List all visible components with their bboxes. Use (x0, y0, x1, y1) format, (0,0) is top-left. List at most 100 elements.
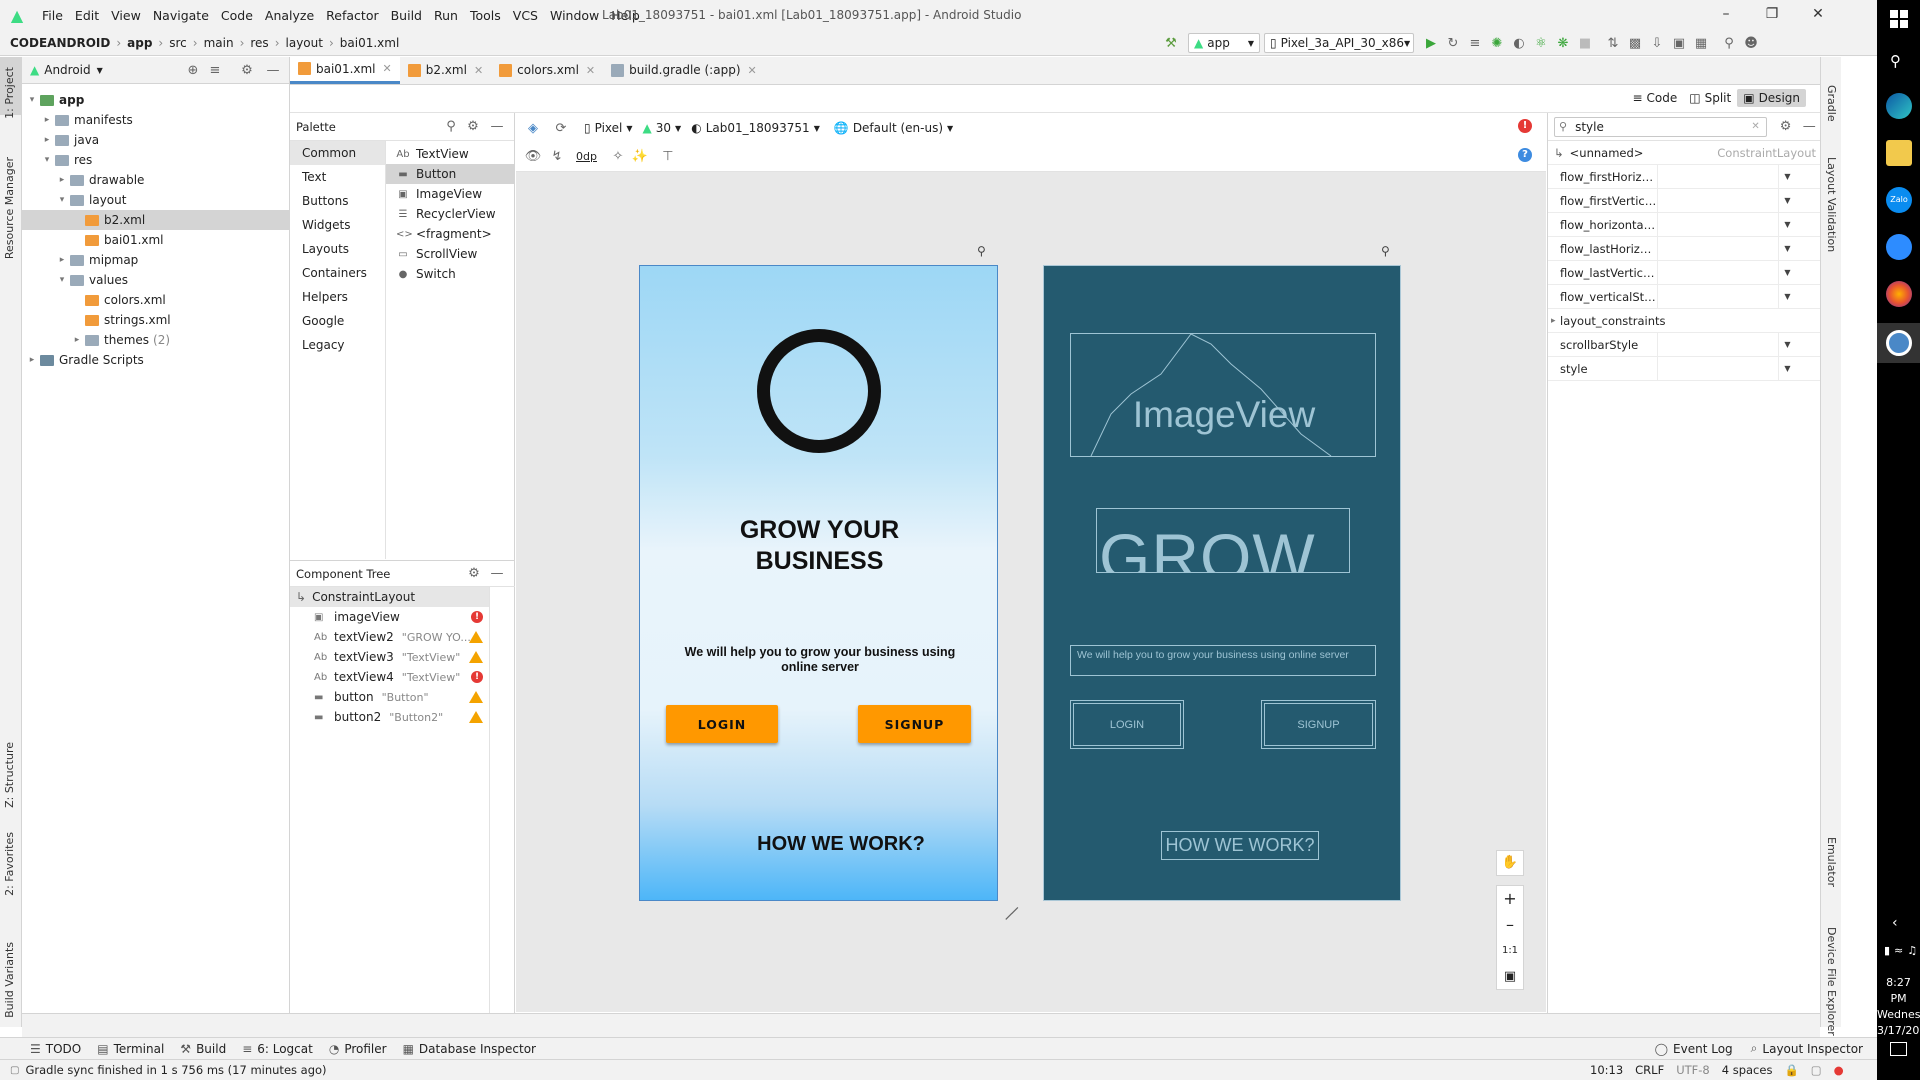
device-preview-select[interactable]: ▯ Pixel ▼ (584, 121, 633, 135)
chevron-right-icon[interactable]: ▸ (71, 335, 83, 345)
breadcrumb-project[interactable]: CODEANDROID (10, 36, 110, 50)
tree-item[interactable]: ▾ app (22, 90, 290, 110)
component-tree-row[interactable]: Ab textView3 "TextView" (290, 647, 489, 667)
bottom-tab[interactable]: ◯ Event Log (1655, 1042, 1733, 1056)
attribute-row[interactable]: ▸ layout_constraints (1548, 309, 1820, 333)
zoom-fit-icon[interactable]: ▣ (1497, 964, 1523, 990)
blueprint-how[interactable]: HOW WE WORK? (1161, 831, 1319, 860)
tree-item[interactable]: ▸ Gradle Scripts (22, 350, 290, 370)
tree-item[interactable]: ▾ layout (22, 190, 290, 210)
warning-icon[interactable] (469, 711, 483, 723)
autoconnect-icon[interactable]: ↯ (548, 147, 566, 165)
component-tree-row[interactable]: Ab textView4 "TextView"! (290, 667, 489, 687)
menu-view[interactable]: View (111, 8, 141, 23)
heading-text[interactable]: GROW YOUR BUSINESS (640, 515, 999, 577)
chevron-down-icon[interactable]: ▼ (1778, 285, 1796, 309)
attribute-row[interactable]: scrollbarStyle ▼ (1548, 332, 1820, 357)
pin-icon[interactable]: ⚲ (977, 244, 986, 258)
windows-start-icon[interactable] (1890, 10, 1908, 28)
attributes-hide-icon[interactable]: — (1800, 118, 1818, 136)
error-status-icon[interactable]: ● (1834, 1063, 1844, 1077)
chevron-right-icon[interactable]: ▸ (26, 355, 38, 365)
menu-file[interactable]: File (42, 8, 63, 23)
menu-analyze[interactable]: Analyze (265, 8, 314, 23)
chevron-down-icon[interactable]: ▼ (1778, 213, 1796, 237)
view-options-icon[interactable]: 👁 (524, 147, 542, 165)
attach-debugger-icon[interactable]: ⚛ (1532, 34, 1550, 52)
close-window-button[interactable]: ✕ (1795, 0, 1841, 30)
bottom-tab[interactable]: ⚒ Build (180, 1042, 226, 1056)
tree-item[interactable]: ▸ manifests (22, 110, 290, 130)
component-tree-row[interactable]: Ab textView2 "GROW YO... (290, 627, 489, 647)
error-indicator-icon[interactable]: ! (1518, 119, 1532, 133)
palette-category[interactable]: Helpers (290, 285, 385, 309)
search-icon[interactable]: ⚲ (1890, 52, 1901, 70)
avd-manager-icon[interactable]: ▩ (1626, 34, 1644, 52)
hide-panel-icon[interactable]: — (264, 61, 282, 79)
theme-select[interactable]: ◐ Lab01_18093751 ▼ (691, 121, 820, 135)
palette-category[interactable]: Legacy (290, 333, 385, 357)
design-surface-icon[interactable]: ◈ (524, 119, 542, 137)
palette-item[interactable]: ☰ RecyclerView (386, 204, 515, 224)
firefox-icon[interactable] (1886, 281, 1912, 307)
code-view-button[interactable]: ≡ Code (1626, 89, 1683, 107)
component-tree-row[interactable]: ▬ button2 "Button2" (290, 707, 489, 727)
menu-code[interactable]: Code (221, 8, 253, 23)
subtitle-text[interactable]: We will help you to grow your business u… (670, 645, 970, 675)
blueprint-signup[interactable]: SIGNUP (1261, 700, 1376, 749)
debug-icon[interactable]: ✺ (1488, 34, 1506, 52)
breadcrumb-item[interactable]: app (127, 36, 152, 50)
chevron-down-icon[interactable]: ▼ (1778, 237, 1796, 261)
menu-vcs[interactable]: VCS (513, 8, 538, 23)
chevron-right-icon[interactable]: ▸ (1551, 316, 1556, 326)
clock[interactable]: 8:27 PM Wednesday 3/17/2021 (1877, 975, 1920, 1039)
chevron-down-icon[interactable]: ▼ (1778, 357, 1796, 381)
palette-category[interactable]: Buttons (290, 189, 385, 213)
restore-button[interactable]: ❐ (1749, 0, 1795, 30)
clear-constraints-icon[interactable]: ✧ (609, 147, 627, 165)
default-margin-button[interactable]: 0dp (576, 150, 597, 163)
apply-code-changes-icon[interactable]: ≡ (1466, 34, 1484, 52)
design-view-button[interactable]: ▣ Design (1737, 89, 1806, 107)
locate-icon[interactable]: ⊕ (184, 61, 202, 79)
locale-select[interactable]: 🌐 Default (en-us) ▼ (834, 121, 953, 135)
breadcrumb-item[interactable]: layout (286, 36, 323, 50)
tree-item[interactable]: ▸ themes (2) (22, 330, 290, 350)
tree-item[interactable]: ▸ java (22, 130, 290, 150)
palette-category[interactable]: Containers (290, 261, 385, 285)
clear-search-icon[interactable]: ✕ (1751, 121, 1759, 132)
chevron-right-icon[interactable]: ▸ (56, 175, 68, 185)
search-icon[interactable]: ⚲ (1720, 34, 1738, 52)
palette-search-icon[interactable]: ⚲ (442, 118, 460, 136)
tree-item[interactable]: strings.xml (22, 310, 290, 330)
help-icon[interactable]: ? (1518, 148, 1532, 162)
chevron-right-icon[interactable]: ▸ (56, 255, 68, 265)
palette-hide-icon[interactable]: — (488, 118, 506, 136)
hammer-build-icon[interactable]: ⚒ (1162, 34, 1180, 52)
palette-category[interactable]: Google (290, 309, 385, 333)
component-tree-row[interactable]: ▬ button "Button" (290, 687, 489, 707)
error-icon[interactable]: ! (471, 671, 483, 683)
blueprint-preview[interactable]: ImageView GROW We will help you to grow … (1043, 265, 1401, 901)
palette-category[interactable]: Common (290, 141, 385, 165)
chevron-right-icon[interactable]: ▸ (41, 135, 53, 145)
bottom-tab[interactable]: ≡ 6: Logcat (242, 1042, 313, 1056)
zoom-out-icon[interactable]: – (1497, 912, 1523, 938)
guidelines-icon[interactable]: ⊤ (659, 147, 677, 165)
bottom-tab[interactable]: ▤ Terminal (97, 1042, 164, 1056)
caret-position[interactable]: 10:13 (1590, 1063, 1623, 1077)
device-select[interactable]: ▯ Pixel_3a_API_30_x86 ▼ (1264, 33, 1414, 53)
palette-gear-icon[interactable]: ⚙ (464, 118, 482, 136)
menu-window[interactable]: Window (550, 8, 599, 23)
blueprint-subtitle[interactable]: We will help you to grow your business u… (1070, 645, 1376, 676)
split-view-button[interactable]: ◫ Split (1683, 89, 1737, 107)
indent-setting[interactable]: 4 spaces (1722, 1063, 1773, 1077)
blueprint-login[interactable]: LOGIN (1070, 700, 1184, 749)
tab-gradle[interactable]: Gradle (1825, 85, 1838, 122)
login-button[interactable]: LOGIN (666, 705, 778, 743)
tree-item[interactable]: ▾ values (22, 270, 290, 290)
signup-button[interactable]: SIGNUP (858, 705, 971, 743)
collapse-all-icon[interactable]: ≡ (206, 61, 224, 79)
run-icon[interactable]: ▶ (1422, 34, 1440, 52)
apply-changes-icon[interactable]: ↻ (1444, 34, 1462, 52)
